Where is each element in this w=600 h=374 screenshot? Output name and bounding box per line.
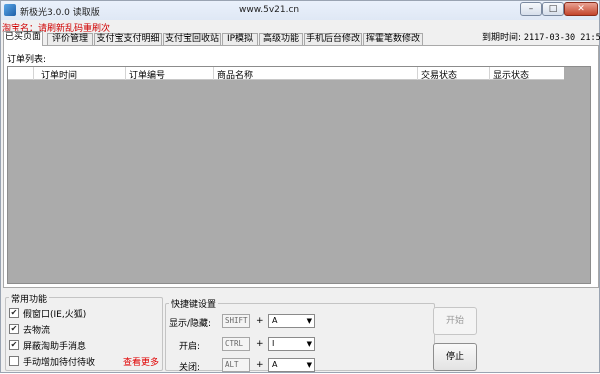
hotkey-toggle-modifier: SHIFT (222, 314, 250, 328)
plus-sign: + (256, 316, 264, 326)
app-icon (4, 4, 16, 16)
hotkey-start-modifier: CTRL (222, 337, 250, 351)
chevron-down-icon: ▼ (306, 361, 312, 369)
column-separator (213, 67, 214, 80)
checkbox-checked-icon[interactable]: ✔ (9, 340, 19, 350)
hotkey-toggle-key-select[interactable]: A ▼ (268, 314, 315, 328)
stop-button[interactable]: 停止 (433, 343, 477, 371)
checkbox-checked-icon[interactable]: ✔ (9, 324, 19, 334)
column-product-name[interactable]: 商品名称 (217, 68, 253, 81)
expire-label: 到期时间: (482, 33, 522, 43)
row-header-cell (8, 67, 34, 80)
hotkey-start-key-select[interactable]: I ▼ (268, 337, 315, 351)
order-table-header: 订单时间 订单编号 商品名称 交易状态 显示状态 (8, 67, 564, 81)
hotkey-stop-key-select[interactable]: A ▼ (268, 358, 315, 372)
title-bar[interactable]: 新极光3.0.0 读取版 www.5v21.cn – □ ✕ (1, 1, 599, 20)
expire-value: 2117-03-30 21:53 (523, 33, 600, 43)
window-title: 新极光3.0.0 读取版 (20, 8, 100, 18)
hotkey-stop-label: 关闭: (179, 363, 201, 373)
view-more-link[interactable]: 查看更多 (123, 355, 159, 368)
hotkey-stop-modifier: ALT (222, 358, 250, 372)
maximize-button[interactable]: □ (542, 2, 564, 16)
minimize-button[interactable]: – (520, 2, 542, 16)
hotkey-toggle-label: 显示/隐藏: (169, 319, 212, 329)
option-label: 去物流 (23, 326, 51, 336)
select-value: A (272, 360, 278, 369)
website-url: www.5v21.cn (239, 5, 300, 15)
chevron-down-icon: ▼ (306, 340, 312, 348)
select-value: A (272, 316, 278, 325)
hotkey-start-label: 开启: (179, 342, 201, 352)
plus-sign: + (256, 360, 264, 370)
column-trade-status[interactable]: 交易状态 (421, 68, 457, 81)
column-display-status[interactable]: 显示状态 (493, 68, 529, 81)
hotkey-settings-title: 快捷键设置 (169, 297, 219, 310)
column-order-id[interactable]: 订单编号 (129, 68, 165, 81)
chevron-down-icon: ▼ (306, 317, 312, 325)
column-separator (489, 67, 490, 80)
order-list-caption: 订单列表: (7, 55, 47, 65)
plus-sign: + (256, 339, 264, 349)
common-functions-title: 常用功能 (9, 292, 50, 305)
column-separator (125, 67, 126, 80)
close-button[interactable]: ✕ (564, 2, 598, 16)
start-button[interactable]: 开始 (433, 307, 477, 335)
app-window: 新极光3.0.0 读取版 www.5v21.cn – □ ✕ 淘宝名：请刷新乱码… (0, 0, 600, 373)
expire-info: 到期时间: 2117-03-30 21:53 (482, 30, 600, 43)
checkbox-checked-icon[interactable]: ✔ (9, 308, 19, 318)
select-value: I (272, 339, 275, 348)
option-label: 假窗口(IE,火狐) (23, 310, 87, 320)
option-label: 屏蔽淘助手消息 (23, 342, 87, 352)
column-separator (417, 67, 418, 80)
column-order-time[interactable]: 订单时间 (41, 68, 77, 81)
option-label: 手动增加待付待收 (23, 358, 96, 368)
order-table[interactable]: 订单时间 订单编号 商品名称 交易状态 显示状态 (7, 66, 591, 284)
checkbox-unchecked-icon[interactable] (9, 356, 19, 366)
tab-bought-page[interactable]: 已买页面 (3, 31, 43, 46)
